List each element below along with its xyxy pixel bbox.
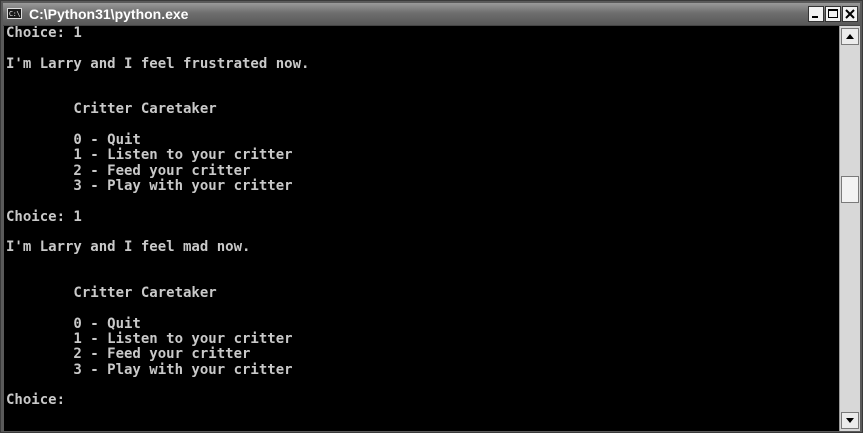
console-line: I'm Larry and I feel frustrated now. (6, 55, 310, 72)
console-line: I'm Larry and I feel mad now. (6, 239, 251, 256)
console-line: 3 - Play with your critter (6, 177, 293, 194)
console-line: Choice: (6, 392, 74, 409)
title-bar[interactable]: C:\ C:\Python31\python.exe (3, 3, 860, 26)
close-button[interactable] (842, 6, 858, 22)
scrollbar-thumb[interactable] (841, 176, 859, 203)
console-app-icon[interactable]: C:\ (7, 8, 22, 19)
console-line: 2 - Feed your critter (6, 162, 251, 179)
console-line: 1 - Listen to your critter (6, 147, 293, 164)
scroll-down-button[interactable] (841, 412, 859, 429)
scroll-up-button[interactable] (841, 28, 859, 45)
arrow-down-icon (846, 418, 854, 423)
maximize-button[interactable] (825, 6, 841, 22)
console-line: Choice: 1 (6, 208, 82, 225)
console-line: 3 - Play with your critter (6, 361, 293, 378)
console-line: 2 - Feed your critter (6, 346, 251, 363)
console-line: Choice: 1 (6, 26, 82, 41)
console-text: Choice: 1 I'm Larry and I feel frustrate… (4, 26, 839, 408)
window-title: C:\Python31\python.exe (29, 6, 189, 22)
console-line: 0 - Quit (6, 132, 141, 149)
console-window: C:\ C:\Python31\python.exe Choice: 1 I'm… (0, 0, 863, 433)
console-line: Critter Caretaker (6, 101, 217, 118)
console-output[interactable]: Choice: 1 I'm Larry and I feel frustrate… (4, 26, 839, 431)
vertical-scrollbar[interactable] (839, 26, 860, 431)
minimize-button[interactable] (808, 6, 824, 22)
console-line: 1 - Listen to your critter (6, 330, 293, 347)
console-line: 0 - Quit (6, 315, 141, 332)
console-line: Critter Caretaker (6, 285, 217, 302)
arrow-up-icon (846, 34, 854, 39)
close-icon (845, 9, 855, 19)
